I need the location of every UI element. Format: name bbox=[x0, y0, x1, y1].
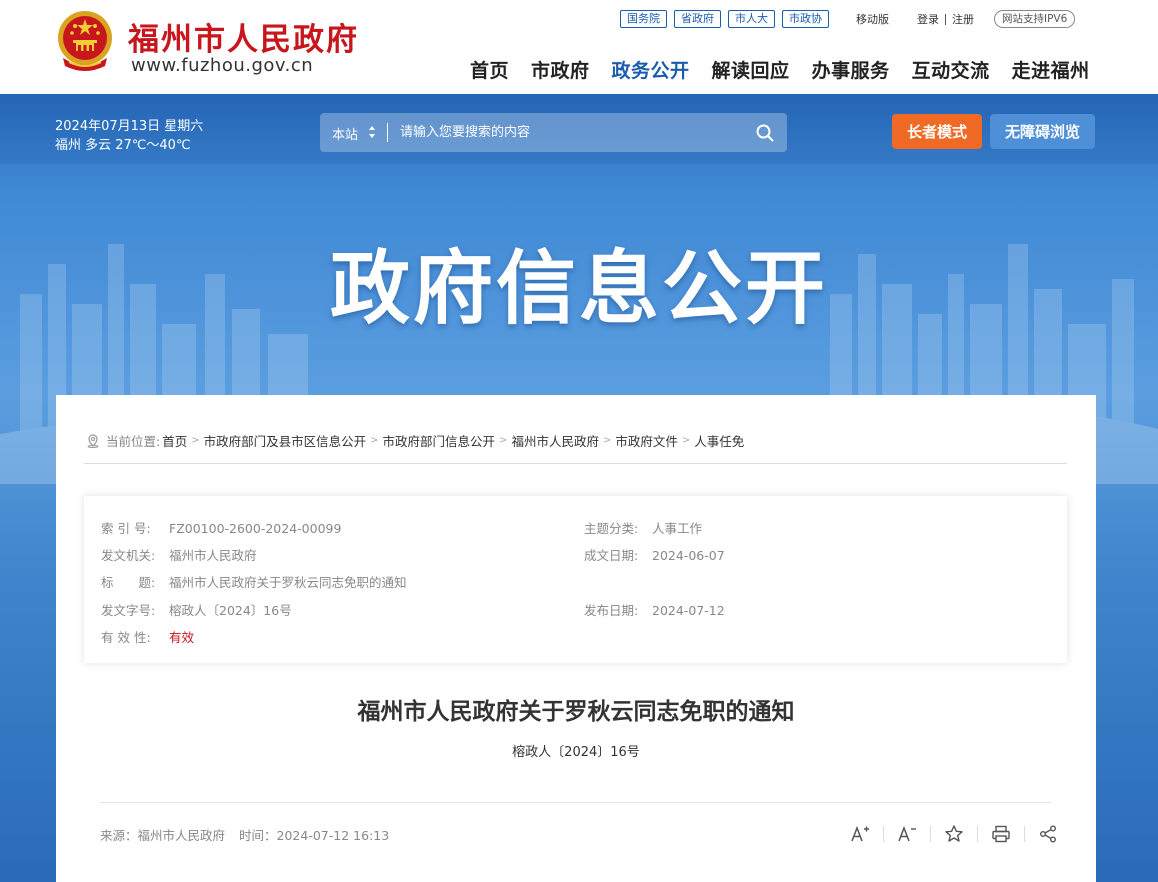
link-state-council[interactable]: 国务院 bbox=[620, 10, 667, 28]
search-icon[interactable] bbox=[756, 124, 774, 142]
meta-title: 标 题: 福州市人民政府关于罗秋云同志免职的通知 bbox=[101, 575, 407, 590]
share-icon[interactable] bbox=[1037, 823, 1059, 845]
accessible-browsing-button[interactable]: 无障碍浏览 bbox=[990, 114, 1095, 149]
nav-interpretation[interactable]: 解读回应 bbox=[712, 56, 790, 83]
register-link[interactable]: 注册 bbox=[952, 11, 974, 27]
breadcrumb-separator: > bbox=[602, 435, 612, 446]
nav-city-gov[interactable]: 市政府 bbox=[531, 56, 590, 83]
nav-interaction[interactable]: 互动交流 bbox=[912, 56, 990, 83]
breadcrumb-label: 当前位置: bbox=[106, 434, 161, 449]
hero-title: 政府信息公开 bbox=[330, 242, 828, 335]
content-card: 当前位置: 首页 > 市政府部门及县市区信息公开 > 市政府部门信息公开 > 福… bbox=[56, 395, 1096, 882]
link-city-npc[interactable]: 市人大 bbox=[728, 10, 775, 28]
breadcrumb-departments[interactable]: 市政府部门及县市区信息公开 bbox=[204, 431, 367, 450]
site-header: 福州市人民政府 www.fuzhou.gov.cn 国务院 省政府 市人大 市政… bbox=[0, 0, 1158, 94]
font-increase-icon[interactable] bbox=[849, 823, 871, 845]
elder-mode-button[interactable]: 长者模式 bbox=[892, 114, 982, 149]
nav-gov-affairs-public[interactable]: 政务公开 bbox=[612, 56, 690, 83]
document-title: 福州市人民政府关于罗秋云同志免职的通知 bbox=[357, 699, 795, 725]
ipv6-badge: 网站支持IPV6 bbox=[994, 10, 1076, 28]
login-link[interactable]: 登录 bbox=[917, 11, 939, 27]
document-source: 来源：福州市人民政府 bbox=[100, 828, 226, 843]
link-city-cppcc[interactable]: 市政协 bbox=[782, 10, 829, 28]
current-date: 2024年07月13日 星期六 bbox=[55, 119, 204, 134]
breadcrumb-separator: > bbox=[191, 435, 200, 446]
breadcrumb-home[interactable]: 首页 bbox=[162, 431, 187, 450]
breadcrumb: 当前位置: 首页 > 市政府部门及县市区信息公开 > 市政府部门信息公开 > 福… bbox=[86, 431, 744, 450]
search-divider bbox=[387, 123, 388, 142]
national-emblem-icon bbox=[58, 11, 112, 71]
favorite-star-icon[interactable] bbox=[943, 823, 965, 845]
updown-arrows-icon[interactable] bbox=[368, 124, 376, 140]
divider bbox=[930, 826, 931, 842]
document-metadata: 索 引 号: FZ00100-2600-2024-00099 主题分类: 人事工作 … bbox=[84, 496, 1067, 663]
search-input[interactable] bbox=[400, 121, 740, 144]
document-number: 榕政人〔2024〕16号 bbox=[512, 745, 640, 760]
meta-topic: 主题分类: 人事工作 bbox=[584, 521, 703, 536]
document-info: 来源：福州市人民政府 时间：2024-07-12 16:13 bbox=[100, 825, 389, 844]
search-bar: 本站 bbox=[320, 113, 787, 152]
mobile-version-link[interactable]: 移动版 bbox=[856, 11, 889, 27]
meta-doc-number: 发文字号: 榕政人〔2024〕16号 bbox=[101, 603, 292, 618]
main-nav: 首页 市政府 政务公开 解读回应 办事服务 互动交流 走进福州 bbox=[470, 56, 1090, 83]
meta-created-date: 成文日期: 2024-06-07 bbox=[584, 548, 725, 563]
nav-services[interactable]: 办事服务 bbox=[812, 56, 890, 83]
divider bbox=[100, 802, 1051, 803]
divider bbox=[84, 463, 1067, 464]
breadcrumb-separator: > bbox=[681, 435, 691, 446]
divider bbox=[977, 826, 978, 842]
meta-validity: 有 效 性: 有效 bbox=[101, 630, 195, 645]
site-url: www.fuzhou.gov.cn bbox=[131, 55, 314, 76]
top-links: 国务院 省政府 市人大 市政协 移动版 登录 注册 网站支持IPV6 bbox=[620, 10, 1076, 28]
location-pin-icon bbox=[87, 433, 99, 448]
link-provincial-gov[interactable]: 省政府 bbox=[674, 10, 721, 28]
breadcrumb-dept-info[interactable]: 市政府部门信息公开 bbox=[383, 431, 496, 450]
document-tools bbox=[849, 823, 1059, 845]
weather-info: 福州 多云 27℃～40℃ bbox=[55, 138, 191, 153]
site-name: 福州市人民政府 bbox=[128, 22, 359, 58]
print-icon[interactable] bbox=[990, 823, 1012, 845]
breadcrumb-personnel[interactable]: 人事任免 bbox=[694, 431, 744, 450]
divider bbox=[1024, 826, 1025, 842]
breadcrumb-city-gov[interactable]: 福州市人民政府 bbox=[511, 431, 599, 450]
meta-published-date: 发布日期: 2024-07-12 bbox=[584, 603, 725, 618]
font-decrease-icon[interactable] bbox=[896, 823, 918, 845]
breadcrumb-separator: > bbox=[499, 435, 508, 446]
divider bbox=[945, 13, 946, 25]
divider bbox=[883, 826, 884, 842]
nav-about-fuzhou[interactable]: 走进福州 bbox=[1012, 56, 1090, 83]
breadcrumb-separator: > bbox=[370, 435, 379, 446]
breadcrumb-gov-docs[interactable]: 市政府文件 bbox=[615, 431, 678, 450]
meta-issuer: 发文机关: 福州市人民政府 bbox=[101, 548, 257, 563]
document-time: 时间：2024-07-12 16:13 bbox=[239, 828, 390, 843]
search-scope-select[interactable]: 本站 bbox=[332, 124, 358, 143]
meta-index: 索 引 号: FZ00100-2600-2024-00099 bbox=[101, 521, 342, 536]
nav-home[interactable]: 首页 bbox=[470, 56, 509, 83]
